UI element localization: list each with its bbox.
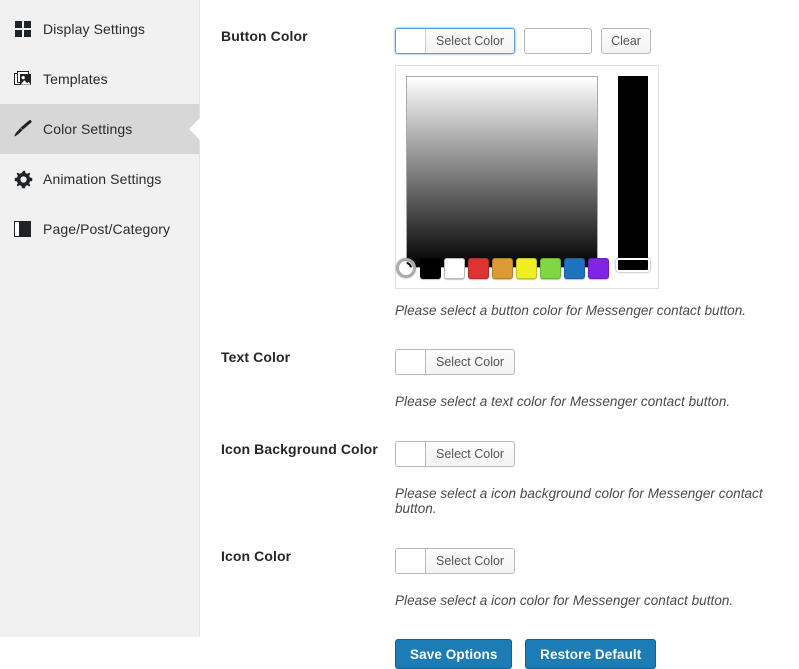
active-indicator-arrow	[189, 118, 200, 140]
icon-color-label: Icon Color	[221, 548, 292, 564]
icon-background-color-select-button[interactable]: Select Color	[395, 441, 516, 467]
text-color-label: Text Color	[221, 349, 291, 365]
sidebar-item-label: Templates	[43, 71, 108, 87]
saturation-value-handle[interactable]	[396, 258, 416, 278]
save-options-button[interactable]: Save Options	[395, 639, 513, 669]
button-color-clear-button[interactable]: Clear	[601, 28, 651, 54]
hue-strip-handle[interactable]	[616, 258, 650, 272]
pages-icon	[12, 218, 34, 240]
color-settings-page: Display Settings Templates Color Setting…	[0, 0, 799, 669]
button-color-label: Button Color	[221, 28, 308, 44]
button-color-select-label: Select Color	[426, 29, 515, 53]
sidebar-item-templates[interactable]: Templates	[0, 54, 199, 104]
field-icon-color: Icon Color Select Color Please select a …	[200, 548, 799, 608]
sidebar-item-color-settings[interactable]: Color Settings	[0, 104, 200, 154]
form-actions: Save Options Restore Default	[200, 639, 799, 669]
sidebar-item-label: Animation Settings	[43, 171, 162, 187]
text-color-swatch	[396, 350, 426, 374]
templates-icon	[12, 68, 34, 90]
icon-color-select-label: Select Color	[426, 549, 515, 573]
field-icon-background-color: Icon Background Color Select Color Pleas…	[200, 441, 799, 516]
button-color-helper-text: Please select a button color for Messeng…	[395, 303, 747, 318]
palette-swatch-green[interactable]	[540, 258, 561, 279]
sidebar-item-display-settings[interactable]: Display Settings	[0, 4, 199, 54]
palette-swatch-yellow[interactable]	[516, 258, 537, 279]
restore-default-button[interactable]: Restore Default	[525, 639, 657, 669]
text-color-helper-text: Please select a text color for Messenger…	[395, 394, 731, 409]
palette-swatch-orange[interactable]	[492, 258, 513, 279]
palette-swatch-black[interactable]	[420, 258, 441, 279]
sidebar-item-label: Page/Post/Category	[43, 221, 171, 237]
sidebar-item-animation-settings[interactable]: Animation Settings	[0, 154, 199, 204]
icon-color-swatch	[396, 549, 426, 573]
button-color-swatch	[396, 29, 426, 53]
color-palette-row	[420, 258, 609, 279]
saturation-value-square[interactable]	[396, 76, 598, 278]
brush-icon	[12, 118, 34, 140]
text-color-select-label: Select Color	[426, 350, 515, 374]
sidebar-item-label: Display Settings	[43, 21, 145, 37]
settings-sidebar: Display Settings Templates Color Setting…	[0, 0, 200, 637]
icon-background-color-label: Icon Background Color	[221, 441, 378, 457]
field-button-color: Button Color Select Color Clear Please s…	[200, 28, 799, 318]
button-color-select-button[interactable]: Select Color	[395, 28, 516, 54]
palette-swatch-blue[interactable]	[564, 258, 585, 279]
icon-color-select-button[interactable]: Select Color	[395, 548, 516, 574]
palette-swatch-purple[interactable]	[588, 258, 609, 279]
sidebar-item-label: Color Settings	[43, 121, 133, 137]
button-color-hex-input[interactable]	[524, 28, 593, 54]
hue-strip[interactable]	[616, 76, 650, 272]
sidebar-item-page-post-category[interactable]: Page/Post/Category	[0, 204, 199, 254]
iris-color-picker[interactable]	[395, 65, 659, 289]
grid-icon	[12, 18, 34, 40]
icon-background-color-select-label: Select Color	[426, 442, 515, 466]
field-text-color: Text Color Select Color Please select a …	[200, 349, 799, 409]
gear-icon	[12, 168, 34, 190]
palette-swatch-red[interactable]	[468, 258, 489, 279]
icon-background-color-helper-text: Please select a icon background color fo…	[395, 486, 763, 516]
palette-swatch-white[interactable]	[444, 258, 465, 279]
settings-content: Button Color Select Color Clear Please s…	[200, 0, 799, 669]
button-color-picker-container: Select Color Clear	[395, 28, 651, 54]
text-color-select-button[interactable]: Select Color	[395, 349, 516, 375]
icon-background-color-swatch	[396, 442, 426, 466]
icon-color-helper-text: Please select a icon color for Messenger…	[395, 593, 734, 608]
